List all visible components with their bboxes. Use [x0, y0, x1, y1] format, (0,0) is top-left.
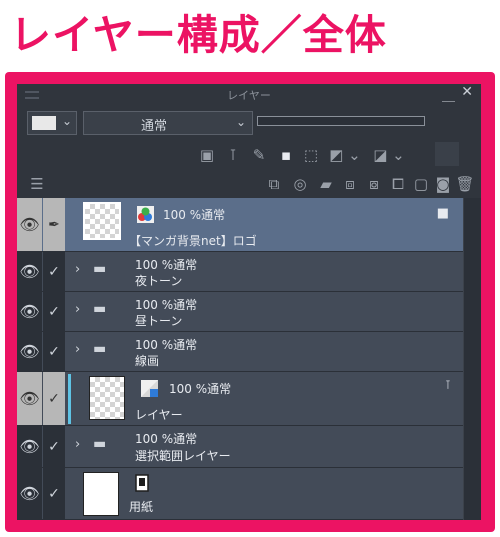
apply-mask-icon[interactable]: ◙ [433, 173, 453, 195]
layer-name: 選択範囲レイヤー [135, 449, 231, 463]
merge-down-icon[interactable]: ⧇ [363, 173, 385, 195]
combine-icon[interactable]: ⧠ [387, 173, 409, 195]
panel-titlebar[interactable]: レイヤー ＿ ✕ [17, 84, 481, 106]
blend-mode-value: 通常 [140, 119, 167, 134]
layer-thumbnail [89, 376, 125, 420]
clip-icon[interactable]: ▣ [197, 144, 217, 166]
opacity-slider[interactable] [257, 116, 425, 126]
delete-layer-icon[interactable]: 🗑 [455, 173, 475, 195]
paper-icon [135, 474, 149, 492]
layer-row-logo[interactable]: 👁 ✒ 100 %通常 【マンガ背景net】ロゴ ■ [17, 198, 463, 252]
visibility-eye-icon[interactable]: 👁 [17, 468, 42, 519]
property-bar: ⌄ 通常 ⌄ [17, 106, 481, 140]
visibility-eye-icon[interactable]: 👁 [17, 426, 42, 467]
lock-transparent-icon[interactable]: ⬚ [301, 144, 321, 166]
close-button[interactable]: ✕ [461, 84, 473, 100]
layer-opacity-mode: 100 %通常 [163, 208, 226, 222]
create-mask-icon[interactable]: ▢ [411, 173, 431, 195]
layer-name: レイヤー [135, 408, 183, 422]
edit-pen-icon[interactable]: ✒ [43, 198, 65, 251]
chevron-down-icon: ⌄ [61, 114, 72, 128]
expand-arrow-icon[interactable]: › [75, 342, 80, 357]
layer-name: 用紙 [129, 500, 154, 514]
layer-color-swatch [32, 116, 56, 130]
new-folder-icon[interactable]: ▰ [315, 173, 337, 195]
checkmark-icon[interactable]: ✓ [43, 468, 65, 519]
draft-icon[interactable]: ✎ [249, 144, 269, 166]
layer-name: 夜トーン [135, 274, 183, 288]
new-vector-layer-icon[interactable]: ◎ [289, 173, 311, 195]
visibility-eye-icon[interactable]: 👁 [17, 292, 42, 331]
layer-command-toolbar: ☰ ⧉ ◎ ▰ ⧈ ⧇ ⧠ ▢ ◙ 🗑 [17, 170, 481, 198]
page-heading: レイヤー構成／全体 [10, 11, 387, 59]
mask-enable-icon[interactable]: ◩ ⌄ [327, 144, 363, 166]
checkmark-icon[interactable]: ✓ [43, 252, 65, 291]
checkmark-icon[interactable]: ✓ [43, 292, 65, 331]
folder-icon: ▬ [93, 436, 107, 452]
layer-color-icon[interactable] [435, 142, 459, 166]
layer-list: 👁 ✒ 100 %通常 【マンガ背景net】ロゴ ■ 👁 ✓ › ▬ 100 %… [17, 198, 463, 520]
raster-logo-icon [137, 206, 154, 223]
transfer-down-icon[interactable]: ⧈ [339, 173, 361, 195]
layer-opacity-mode: 100 %通常 [135, 432, 198, 446]
layer-opacity-mode: 100 %通常 [135, 258, 198, 272]
raster-layer-icon [141, 380, 158, 397]
checkmark-icon[interactable]: ✓ [43, 332, 65, 371]
panel-title: レイヤー [227, 89, 271, 102]
checkmark-icon[interactable]: ✓ [43, 372, 65, 425]
layer-lock-icon: ■ [436, 206, 449, 221]
layer-opacity-mode: 100 %通常 [135, 298, 198, 312]
layer-thumbnail [83, 202, 121, 240]
layer-opacity-mode: 100 %通常 [169, 382, 232, 396]
checkmark-icon[interactable]: ✓ [43, 426, 65, 467]
layer-thumbnail [83, 472, 119, 516]
ruler-enable-icon[interactable]: ◪ ⌄ [371, 144, 407, 166]
folder-icon: ▬ [93, 261, 107, 277]
layer-panel: レイヤー ＿ ✕ ⌄ 通常 ⌄ ▣ ⊺ ✎ ▪ ⬚ ◩ ⌄ ◪ ⌄ ☰ ⧉ ◎ … [17, 84, 481, 520]
layer-name: 昼トーン [135, 314, 183, 328]
layer-name: 【マンガ背景net】ロゴ [129, 234, 257, 248]
layer-row-folder[interactable]: 👁 ✓ › ▬ 100 %通常 昼トーン [17, 292, 463, 332]
layer-opacity-mode: 100 %通常 [135, 338, 198, 352]
reference-layer-icon: ⊺ [444, 378, 451, 392]
visibility-eye-icon[interactable]: 👁 [17, 198, 42, 251]
expand-arrow-icon[interactable]: › [75, 437, 80, 452]
layer-name: 線画 [135, 354, 160, 368]
selection-marker [68, 374, 71, 424]
visibility-eye-icon[interactable]: 👁 [17, 372, 42, 425]
reference-icon[interactable]: ⊺ [223, 144, 243, 166]
layer-row-folder[interactable]: 👁 ✓ › ▬ 100 %通常 夜トーン [17, 252, 463, 292]
layer-color-dropdown[interactable]: ⌄ [27, 111, 77, 135]
minimize-button[interactable]: ＿ [442, 85, 455, 104]
folder-icon: ▬ [93, 301, 107, 317]
folder-icon: ▬ [93, 341, 107, 357]
layer-row-folder[interactable]: 👁 ✓ › ▬ 100 %通常 選択範囲レイヤー [17, 426, 463, 468]
layer-row-folder[interactable]: 👁 ✓ › ▬ 100 %通常 線画 [17, 332, 463, 372]
layer-row-raster[interactable]: 👁 ✓ 100 %通常 レイヤー ⊺ [17, 372, 463, 426]
visibility-eye-icon[interactable]: 👁 [17, 252, 42, 291]
blend-mode-select[interactable]: 通常 ⌄ [83, 111, 253, 135]
menu-icon[interactable]: ☰ [27, 173, 47, 195]
layer-row-paper[interactable]: 👁 ✓ 用紙 [17, 468, 463, 520]
expand-arrow-icon[interactable]: › [75, 262, 80, 277]
lock-icon[interactable]: ▪ [277, 144, 295, 166]
expand-arrow-icon[interactable]: › [75, 302, 80, 317]
layer-option-toolbar: ▣ ⊺ ✎ ▪ ⬚ ◩ ⌄ ◪ ⌄ [17, 140, 481, 170]
chevron-down-icon: ⌄ [235, 115, 246, 129]
layer-scrollbar[interactable] [463, 198, 481, 520]
visibility-eye-icon[interactable]: 👁 [17, 332, 42, 371]
new-raster-layer-icon[interactable]: ⧉ [263, 173, 285, 195]
